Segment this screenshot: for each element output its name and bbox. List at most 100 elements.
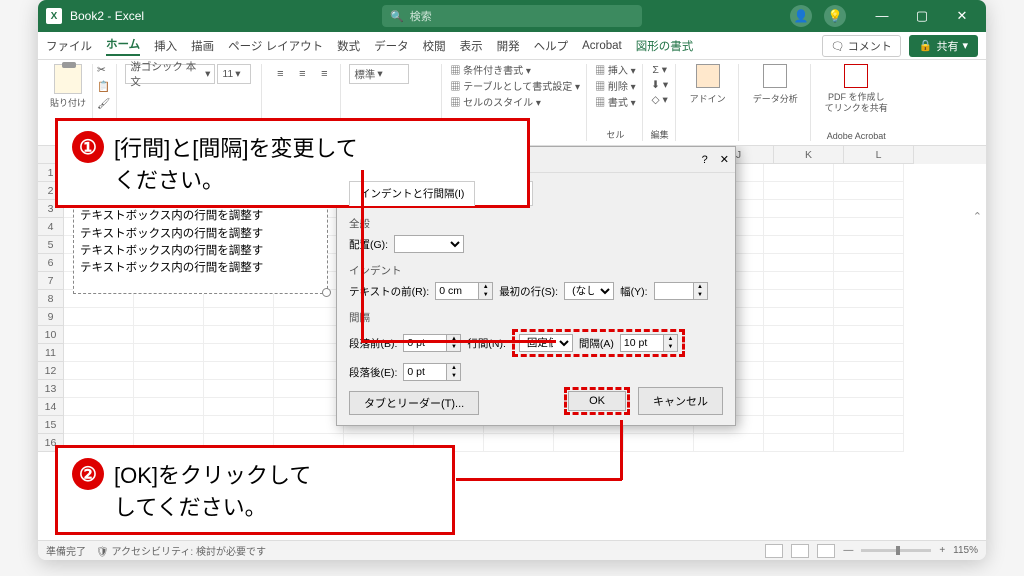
zoom-out-icon[interactable]: — (843, 545, 853, 556)
callout-1-l1: [行間]と[間隔]を変更して (114, 131, 358, 163)
page-layout-view-icon[interactable] (791, 544, 809, 558)
number-format-select[interactable]: 標準 ▾ (349, 64, 409, 84)
cut-icon[interactable]: ✂ (97, 64, 106, 76)
row-header[interactable]: 7 (38, 272, 64, 290)
zoom-in-icon[interactable]: + (939, 545, 945, 556)
search-icon: 🔍 (390, 10, 404, 23)
lightbulb-icon[interactable]: 💡 (824, 5, 846, 27)
callout-2: ② [OK]をクリックして してください。 (55, 445, 455, 535)
comment-button[interactable]: 🗨 コメント (822, 35, 901, 57)
col-k[interactable]: K (774, 146, 844, 164)
tab-formulas[interactable]: 数式 (337, 38, 360, 54)
before-spacing-input[interactable] (403, 334, 447, 352)
tab-data[interactable]: データ (374, 38, 409, 54)
titlebar: X Book2 - Excel 🔍 検索 👤 💡 — ▢ ✕ (38, 0, 986, 32)
page-break-view-icon[interactable] (817, 544, 835, 558)
row-header[interactable]: 10 (38, 326, 64, 344)
accessibility-status[interactable]: 🛡 アクセシビリティ: 検討が必要です (96, 543, 266, 558)
search-box[interactable]: 🔍 検索 (382, 5, 642, 27)
zoom-level[interactable]: 115% (953, 545, 978, 556)
align-mid-icon[interactable]: ≡ (292, 64, 312, 84)
status-ready: 準備完了 (46, 543, 86, 558)
dialog-close-icon[interactable]: ✕ (720, 153, 729, 166)
ok-button[interactable]: OK (568, 391, 626, 411)
close-button[interactable]: ✕ (946, 8, 978, 24)
row-header[interactable]: 15 (38, 416, 64, 434)
row-header[interactable]: 8 (38, 290, 64, 308)
insert-cells-button[interactable]: ▦ 挿入 ▾ (595, 64, 636, 80)
statusbar: 準備完了 🛡 アクセシビリティ: 検討が必要です — + 115% (38, 540, 986, 560)
tab-review[interactable]: 校閲 (423, 38, 446, 54)
format-table-button[interactable]: ▦ テーブルとして書式設定 ▾ (450, 80, 580, 96)
tab-acrobat[interactable]: Acrobat (582, 40, 622, 52)
tab-file[interactable]: ファイル (46, 38, 92, 54)
copy-icon[interactable]: 📋 (97, 80, 110, 93)
annotation-line (361, 170, 364, 342)
account-icon[interactable]: 👤 (790, 5, 812, 27)
annotation-line (361, 340, 556, 343)
tab-dev[interactable]: 開発 (497, 38, 520, 54)
tab-help[interactable]: ヘルプ (534, 38, 569, 54)
hanging-input[interactable] (654, 282, 694, 300)
group-general: 全般 (349, 216, 723, 231)
before-text-input[interactable] (435, 282, 479, 300)
row-header[interactable]: 5 (38, 236, 64, 254)
tabs-leader-button[interactable]: タブとリーダー(T)... (349, 391, 479, 415)
tab-layout[interactable]: ページ レイアウト (228, 38, 323, 54)
cancel-button[interactable]: キャンセル (638, 387, 723, 415)
ribbon-tabs: ファイル ホーム 挿入 描画 ページ レイアウト 数式 データ 校閲 表示 開発… (38, 32, 986, 60)
row-header[interactable]: 13 (38, 380, 64, 398)
pdf-icon[interactable] (844, 64, 868, 88)
paste-label: 貼り付け (50, 96, 86, 109)
cond-format-button[interactable]: ▦ 条件付き書式 ▾ (450, 64, 580, 80)
acrobat-l2: てリンクを共有 (825, 103, 888, 113)
align-top-icon[interactable]: ≡ (270, 64, 290, 84)
after-spacing-input[interactable] (403, 363, 447, 381)
tab-insert[interactable]: 挿入 (154, 38, 177, 54)
row-header[interactable]: 14 (38, 398, 64, 416)
font-name-select[interactable]: 游ゴシック 本文 ▾ (125, 64, 215, 84)
at-input[interactable] (620, 334, 664, 352)
format-cells-button[interactable]: ▦ 書式 ▾ (595, 96, 636, 112)
autosum-icon[interactable]: Σ ▾ (652, 64, 667, 76)
tab-view[interactable]: 表示 (460, 38, 483, 54)
analysis-icon[interactable] (763, 64, 787, 88)
zoom-slider[interactable] (861, 549, 931, 552)
font-size-select[interactable]: 11 ▾ (217, 64, 251, 84)
tab-home[interactable]: ホーム (106, 36, 140, 56)
col-l[interactable]: L (844, 146, 914, 164)
tab-draw[interactable]: 描画 (191, 38, 214, 54)
minimize-button[interactable]: — (866, 8, 898, 24)
delete-cells-button[interactable]: ▦ 削除 ▾ (595, 80, 636, 96)
textbox-line: テキストボックス内の行間を調整す (80, 208, 321, 225)
line-spacing-select[interactable]: 固定値 (519, 334, 573, 352)
callout-2-l2: してください。 (114, 490, 311, 522)
row-header[interactable]: 6 (38, 254, 64, 272)
callout-2-num: ② (72, 458, 104, 490)
align-select[interactable] (394, 235, 464, 253)
hanging-label: 幅(Y): (620, 284, 647, 299)
dialog-tab-indent[interactable]: インデントと行間隔(I) (349, 181, 475, 206)
clear-icon[interactable]: ◇ ▾ (652, 94, 668, 106)
textbox-line: テキストボックス内の行間を調整す (80, 226, 321, 243)
cell-styles-button[interactable]: ▦ セルのスタイル ▾ (450, 96, 580, 112)
maximize-button[interactable]: ▢ (906, 8, 938, 24)
normal-view-icon[interactable] (765, 544, 783, 558)
row-header[interactable]: 12 (38, 362, 64, 380)
dialog-help-icon[interactable]: ? (702, 154, 708, 166)
row-header[interactable]: 11 (38, 344, 64, 362)
addin-icon[interactable] (696, 64, 720, 88)
annotation-line (620, 420, 623, 480)
first-line-select[interactable]: (なし) (564, 282, 614, 300)
tab-shape-format[interactable]: 図形の書式 (636, 38, 694, 54)
cells-group-label: セル (595, 128, 636, 141)
row-header[interactable]: 4 (38, 218, 64, 236)
fill-icon[interactable]: ⬇ ▾ (651, 79, 668, 91)
align-bot-icon[interactable]: ≡ (314, 64, 334, 84)
row-header[interactable]: 9 (38, 308, 64, 326)
group-indent: インデント (349, 263, 723, 278)
paste-icon[interactable] (54, 64, 82, 94)
format-painter-icon[interactable]: 🖌 (97, 97, 110, 110)
share-button[interactable]: 🔒 共有 ▾ (909, 35, 978, 57)
edit-group-label: 編集 (651, 128, 669, 141)
